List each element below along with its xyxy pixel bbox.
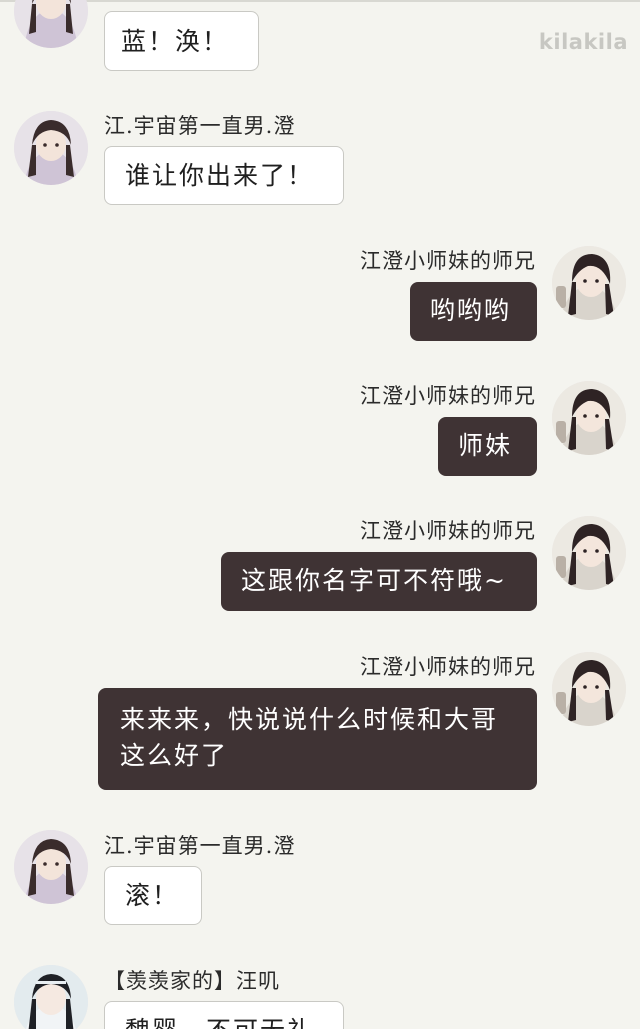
avatar-jiang-cheng[interactable] (14, 0, 88, 48)
message-bubble[interactable]: 师妹 (438, 417, 537, 476)
sender-name: 江.宇宙第一直男.澄 (104, 834, 296, 858)
message-bubble[interactable]: 哟哟哟 (410, 282, 537, 341)
avatar-wangji[interactable] (14, 965, 88, 1029)
top-divider (0, 0, 640, 2)
message-bubble[interactable]: 滚！ (104, 866, 202, 925)
message-bubble[interactable]: 这跟你名字可不符哦~ (221, 552, 537, 611)
sender-name: 江澄小师妹的师兄 (360, 519, 536, 543)
avatar-senior-brother[interactable] (552, 516, 626, 590)
message-bubble[interactable]: 蓝！涣！ (104, 11, 259, 71)
avatar-senior-brother[interactable] (552, 652, 626, 726)
sender-name: 江澄小师妹的师兄 (360, 655, 536, 679)
avatar-jiang-cheng[interactable] (14, 111, 88, 185)
avatar-senior-brother[interactable] (552, 381, 626, 455)
sender-name: 江.宇宙第一直男.澄 (104, 114, 296, 138)
sender-name: 江澄小师妹的师兄 (360, 384, 536, 408)
avatar-jiang-cheng[interactable] (14, 830, 88, 904)
message-bubble[interactable]: 谁让你出来了！ (104, 146, 344, 205)
chat-screen: kilakila 蓝！涣！ 江.宇宙第一直男.澄 谁让你出来了！ 江澄小师妹的师… (0, 0, 640, 1029)
message-bubble[interactable]: 来来来，快说说什么时候和大哥这么好了 (98, 688, 537, 790)
sender-name: 江澄小师妹的师兄 (360, 249, 536, 273)
sender-name: 【羡羡家的】汪叽 (104, 969, 280, 993)
watermark-logo: kilakila (538, 30, 628, 54)
avatar-senior-brother[interactable] (552, 246, 626, 320)
message-bubble[interactable]: 魏婴，不可无礼 (104, 1001, 344, 1029)
